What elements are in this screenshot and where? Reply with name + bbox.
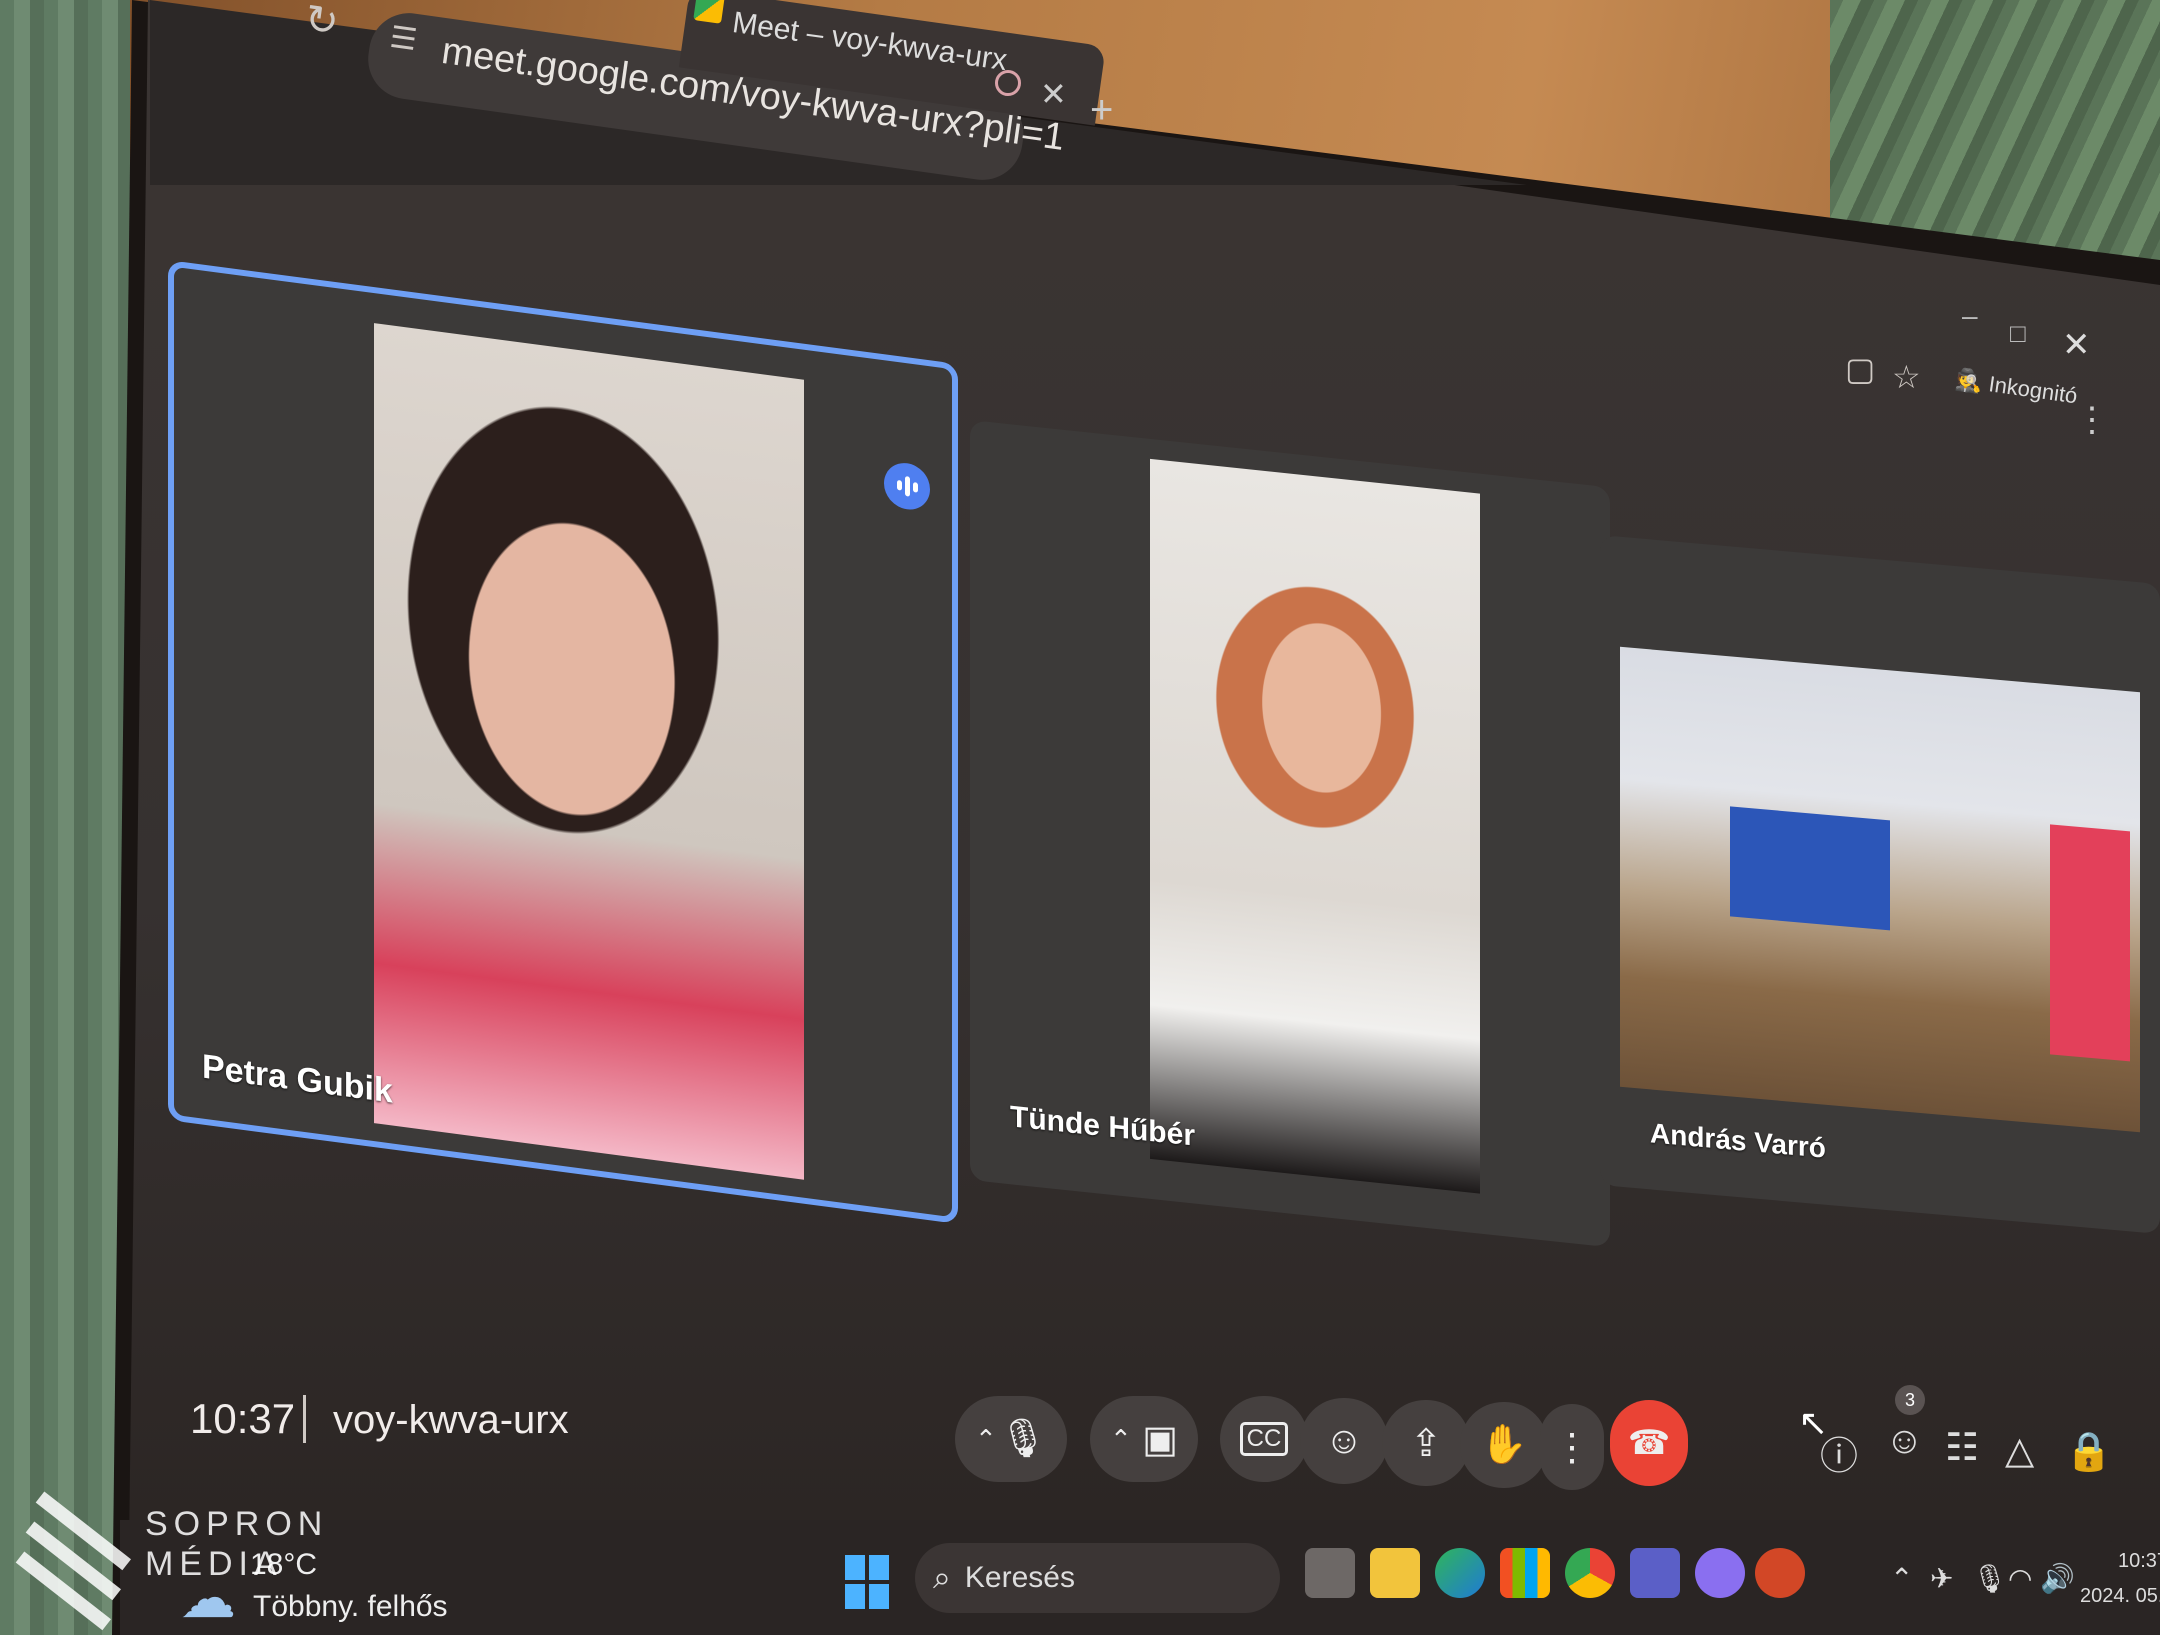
search-icon: ⌕ (933, 1559, 951, 1595)
people-icon[interactable]: ☺ (1885, 1420, 1924, 1463)
tray-mic-icon[interactable]: 🎙 (1972, 1562, 2008, 1595)
present-button[interactable]: ⇪ (1382, 1400, 1470, 1486)
meeting-info-icon[interactable]: ⓘ (1820, 1425, 1858, 1480)
minimize-icon[interactable]: – (1962, 300, 1978, 332)
speaking-indicator-icon (884, 460, 930, 513)
task-view-icon[interactable] (1305, 1548, 1355, 1598)
tray-app-icon[interactable]: ✈ (1930, 1562, 1953, 1595)
emoji-icon: ☺ (1324, 1419, 1364, 1462)
taskbar-clock-time[interactable]: 10:37 (2118, 1550, 2160, 1573)
maximize-icon[interactable]: □ (2010, 318, 2026, 349)
present-screen-icon: ⇪ (1410, 1422, 1442, 1465)
chevron-up-icon[interactable]: ⌃ (975, 1424, 997, 1455)
window-close-icon[interactable]: ✕ (2062, 325, 2091, 365)
participant-video (1150, 458, 1480, 1194)
new-tab-icon[interactable]: + (1090, 88, 1113, 133)
curtain-left (0, 0, 130, 1635)
chrome-icon[interactable] (1565, 1548, 1615, 1598)
tab-close-icon[interactable]: ✕ (1040, 75, 1067, 113)
chrome-menu-icon[interactable]: ⋮ (2075, 400, 2109, 440)
leave-call-button[interactable]: ☎ (1610, 1400, 1688, 1486)
microphone-button[interactable]: ⌃ 🎙 (955, 1396, 1067, 1482)
banner-image (2050, 824, 2130, 1062)
meeting-code: voy-kwva-urx (333, 1398, 569, 1442)
participant-tile[interactable]: András Varró (1600, 535, 2160, 1234)
captions-button[interactable]: CC (1220, 1396, 1308, 1482)
participant-name: András Varró (1650, 1117, 1826, 1164)
host-controls-icon[interactable]: 🔒 (2065, 1430, 2112, 1474)
captions-icon: CC (1239, 1422, 1289, 1456)
taskbar-clock-date[interactable]: 2024. 05. 23. (2080, 1585, 2160, 1608)
site-info-icon[interactable]: ☰ (388, 20, 426, 58)
banner-image (1730, 806, 1890, 931)
watermark-logo-icon (15, 1480, 131, 1631)
reactions-button[interactable]: ☺ (1300, 1398, 1388, 1484)
people-count-badge: 3 (1895, 1385, 1925, 1415)
recording-indicator-icon (995, 70, 1021, 96)
volume-icon[interactable]: 🔊 (2040, 1562, 2075, 1595)
file-explorer-icon[interactable] (1370, 1548, 1420, 1598)
participant-video (374, 323, 804, 1180)
wifi-icon[interactable]: ◠ (2008, 1562, 2032, 1595)
taskbar-search[interactable]: ⌕ Keresés (915, 1543, 1280, 1613)
search-placeholder: Keresés (964, 1561, 1075, 1594)
teams-icon[interactable] (1630, 1548, 1680, 1598)
camera-button[interactable]: ⌃ ▣ (1090, 1396, 1198, 1482)
participant-tile-active[interactable]: Petra Gubik (168, 260, 958, 1225)
more-vert-icon: ⋮ (1553, 1426, 1591, 1469)
app-icon[interactable] (1695, 1548, 1745, 1598)
weather-description[interactable]: Többny. felhős (253, 1590, 448, 1624)
bookmark-star-icon[interactable]: ☆ (1892, 358, 1921, 396)
edge-icon[interactable] (1435, 1548, 1485, 1598)
camera-icon: ▣ (1142, 1418, 1178, 1461)
watermark-text: SOPRON (145, 1505, 329, 1543)
participant-video (1620, 646, 2140, 1133)
hand-icon: ✋ (1480, 1424, 1528, 1466)
windows-start-button[interactable] (845, 1555, 889, 1609)
activities-icon[interactable]: △ (2005, 1428, 2034, 1473)
participant-name: Petra Gubik (202, 1047, 393, 1111)
participant-tile[interactable]: Tünde Hűbér (970, 420, 1610, 1248)
microphone-icon: 🎙 (998, 1418, 1047, 1460)
reload-icon[interactable]: ↻ (302, 0, 342, 46)
divider (303, 1395, 306, 1443)
meeting-time: 10:37 (190, 1395, 296, 1442)
meet-favicon-icon (693, 0, 725, 24)
cast-icon[interactable]: ▢ (1845, 350, 1875, 388)
chat-icon[interactable]: ☷ (1945, 1425, 1979, 1470)
tray-chevron-icon[interactable]: ⌃ (1890, 1562, 1913, 1595)
chevron-up-icon[interactable]: ⌃ (1110, 1424, 1132, 1455)
raise-hand-button[interactable]: ✋ (1460, 1402, 1548, 1488)
watermark-text: MÉDIA (145, 1545, 283, 1583)
powerpoint-icon[interactable] (1755, 1548, 1805, 1598)
more-options-button[interactable]: ⋮ (1540, 1404, 1604, 1490)
store-icon[interactable] (1500, 1548, 1550, 1598)
hang-up-icon: ☎ (1627, 1424, 1671, 1462)
